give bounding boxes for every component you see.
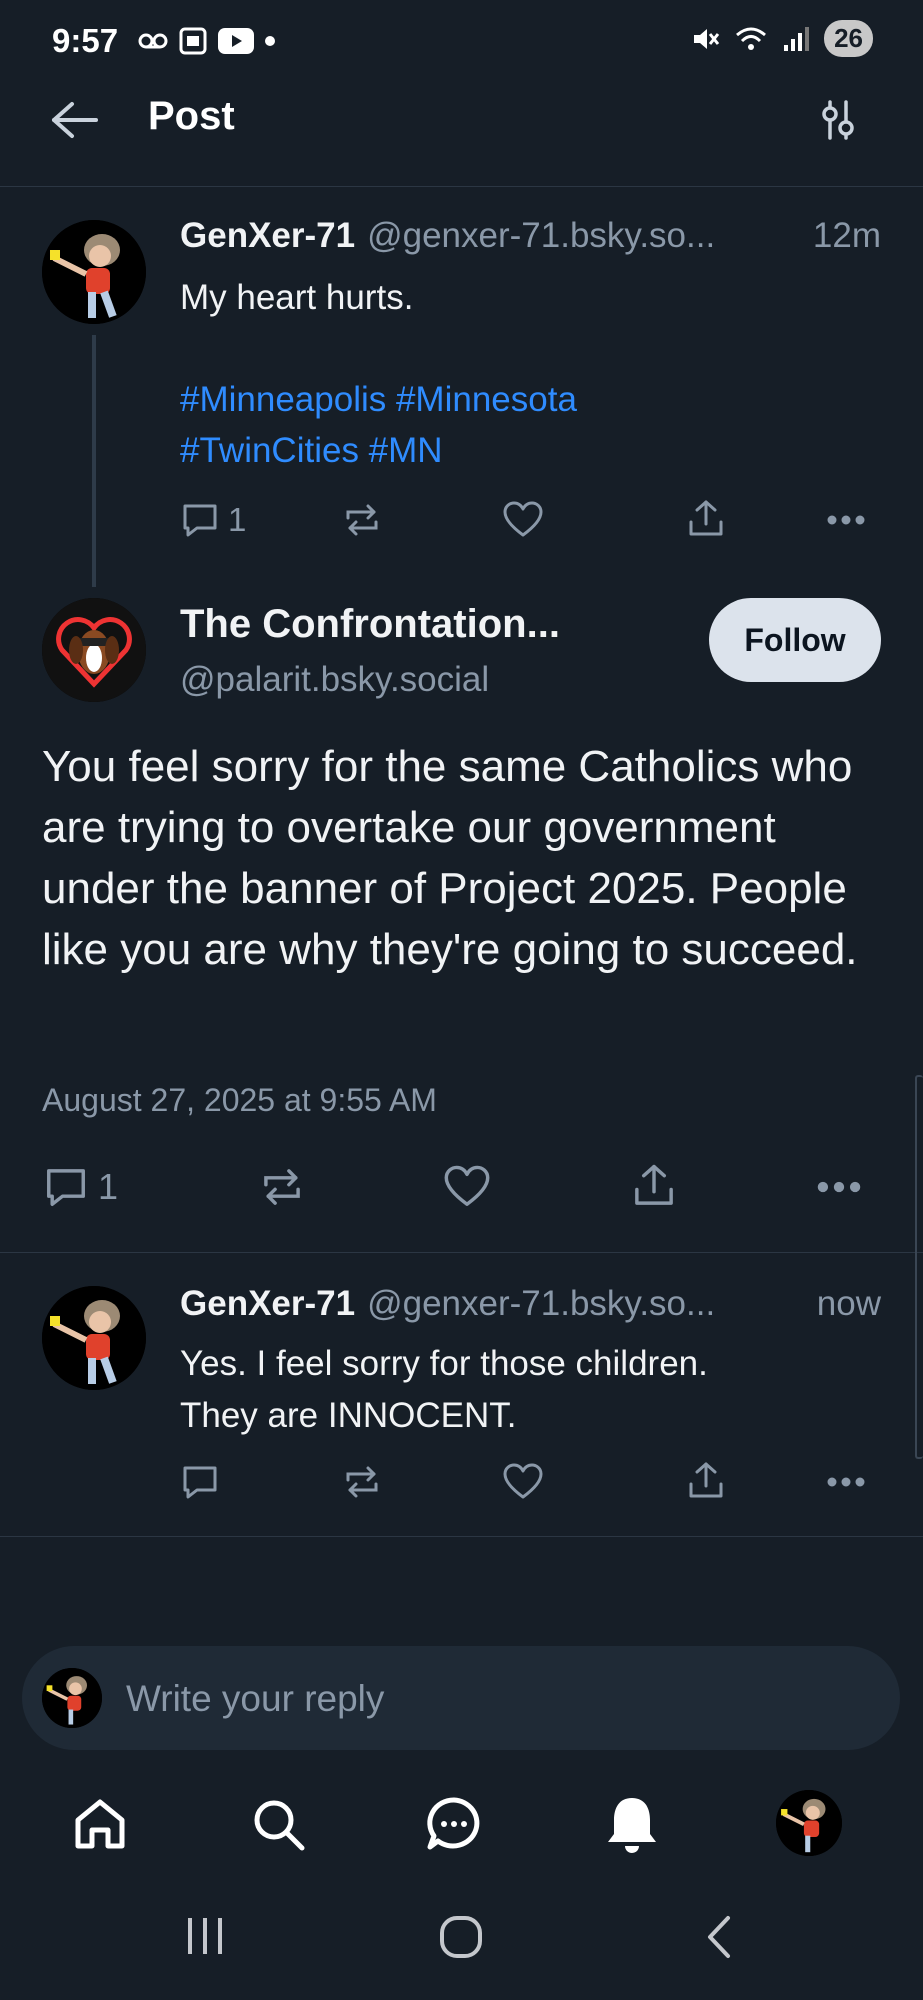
avatar-cartoon-icon <box>42 1668 102 1728</box>
post-text-line-2: They are INNOCENT. <box>180 1396 517 1435</box>
author-handle[interactable]: @genxer-71.bsky.so... <box>367 1284 715 1324</box>
repost-icon <box>264 1169 300 1205</box>
like-button[interactable] <box>442 1164 492 1210</box>
dot-icon <box>265 36 275 46</box>
more-options-button[interactable] <box>826 1462 866 1502</box>
repost-icon <box>346 504 378 536</box>
post-text: You feel sorry for the same Catholics wh… <box>42 742 858 974</box>
system-recents-button[interactable] <box>180 1914 230 1963</box>
share-icon <box>635 1164 673 1205</box>
thread-connector-line <box>92 335 96 587</box>
author-handle[interactable]: @genxer-71.bsky.so... <box>367 216 715 256</box>
more-options-button[interactable] <box>826 500 866 540</box>
mute-icon <box>694 28 720 49</box>
reply-button[interactable]: 1 <box>180 500 246 540</box>
avatar[interactable] <box>42 1286 146 1390</box>
avatar[interactable] <box>42 598 146 702</box>
screenshot-icon <box>179 27 207 55</box>
share-button[interactable] <box>686 498 726 540</box>
system-back-button[interactable] <box>700 1912 740 1967</box>
recents-icon <box>188 1918 222 1954</box>
nav-search[interactable] <box>248 1794 308 1859</box>
thread-options-button[interactable] <box>818 98 858 147</box>
voicemail-icon <box>138 33 168 49</box>
comment-icon <box>183 504 217 537</box>
nav-profile[interactable] <box>776 1790 842 1856</box>
nav-chat[interactable] <box>424 1794 484 1859</box>
post-text-line-1: Yes. I feel sorry for those children. <box>180 1344 708 1383</box>
avatar-cartoon-icon <box>42 220 146 324</box>
heart-icon <box>444 1165 490 1206</box>
status-notification-icons <box>138 26 276 56</box>
author-name[interactable]: GenXer-71 <box>180 216 355 256</box>
like-button[interactable] <box>502 500 544 540</box>
repost-icon <box>346 1466 378 1498</box>
repost-button[interactable] <box>342 1462 382 1502</box>
avatar-cartoon-icon <box>776 1790 842 1856</box>
arrow-left-icon <box>52 102 98 138</box>
post-timestamp: 12m <box>812 216 881 255</box>
post-divider <box>0 1252 923 1253</box>
status-system-icons: 26 <box>690 20 873 57</box>
comment-icon <box>183 1466 217 1499</box>
chevron-left-icon <box>708 1916 730 1958</box>
bell-icon <box>608 1798 656 1853</box>
like-button[interactable] <box>502 1462 544 1502</box>
post-date: August 27, 2025 at 9:55 AM <box>42 1082 437 1118</box>
signal-icon <box>784 26 810 51</box>
author-name[interactable]: The Confrontation... <box>180 602 560 647</box>
follow-button[interactable]: Follow <box>709 598 881 682</box>
avatar-cartoon-icon <box>42 1286 146 1390</box>
composer-avatar <box>42 1668 102 1728</box>
author-name[interactable]: GenXer-71 <box>180 1284 355 1324</box>
post-divider <box>0 1536 923 1537</box>
post-text: My heart hurts. <box>180 278 414 317</box>
page-title: Post <box>148 94 235 138</box>
home-icon <box>75 1799 125 1849</box>
youtube-icon <box>218 28 254 54</box>
reply-button[interactable] <box>180 1462 220 1502</box>
comment-icon <box>47 1169 85 1206</box>
author-handle[interactable]: @palarit.bsky.social <box>180 660 489 700</box>
more-options-button[interactable] <box>814 1164 864 1210</box>
share-button[interactable] <box>686 1460 726 1502</box>
post-header: GenXer-71 @genxer-71.bsky.so... <box>180 1284 715 1324</box>
share-icon <box>689 500 723 536</box>
system-home-button[interactable] <box>438 1914 484 1965</box>
wifi-icon <box>736 27 767 50</box>
reply-count: 1 <box>228 501 247 538</box>
scrollbar[interactable] <box>915 1075 923 1459</box>
ellipsis-icon <box>827 515 865 525</box>
hashtags-line-1[interactable]: #Minneapolis #Minnesota <box>180 374 577 425</box>
share-icon <box>689 1462 723 1498</box>
header-divider <box>0 186 923 187</box>
ellipsis-icon <box>817 1181 861 1193</box>
repost-button[interactable] <box>342 500 382 540</box>
post-header: GenXer-71 @genxer-71.bsky.so... <box>180 216 715 256</box>
reply-count: 1 <box>98 1166 119 1207</box>
avatar[interactable] <box>42 220 146 324</box>
repost-button[interactable] <box>258 1164 306 1210</box>
hashtags-line-2[interactable]: #TwinCities #MN <box>180 425 443 476</box>
back-button[interactable] <box>50 100 100 145</box>
share-button[interactable] <box>630 1162 678 1210</box>
nav-home[interactable] <box>70 1794 130 1859</box>
reply-input-placeholder[interactable]: Write your reply <box>126 1678 384 1720</box>
chat-icon <box>427 1797 480 1850</box>
status-time: 9:57 <box>52 22 119 59</box>
post-timestamp: now <box>816 1284 881 1323</box>
home-circle-icon <box>440 1916 482 1958</box>
nav-notifications[interactable] <box>602 1794 662 1861</box>
sliders-icon <box>822 100 854 140</box>
avatar-dog-icon <box>42 598 146 702</box>
search-icon <box>254 1800 305 1851</box>
heart-icon <box>503 1463 543 1499</box>
heart-icon <box>503 501 543 537</box>
reply-button[interactable]: 1 <box>42 1164 118 1210</box>
battery-indicator: 26 <box>824 20 873 57</box>
ellipsis-icon <box>827 1477 865 1487</box>
